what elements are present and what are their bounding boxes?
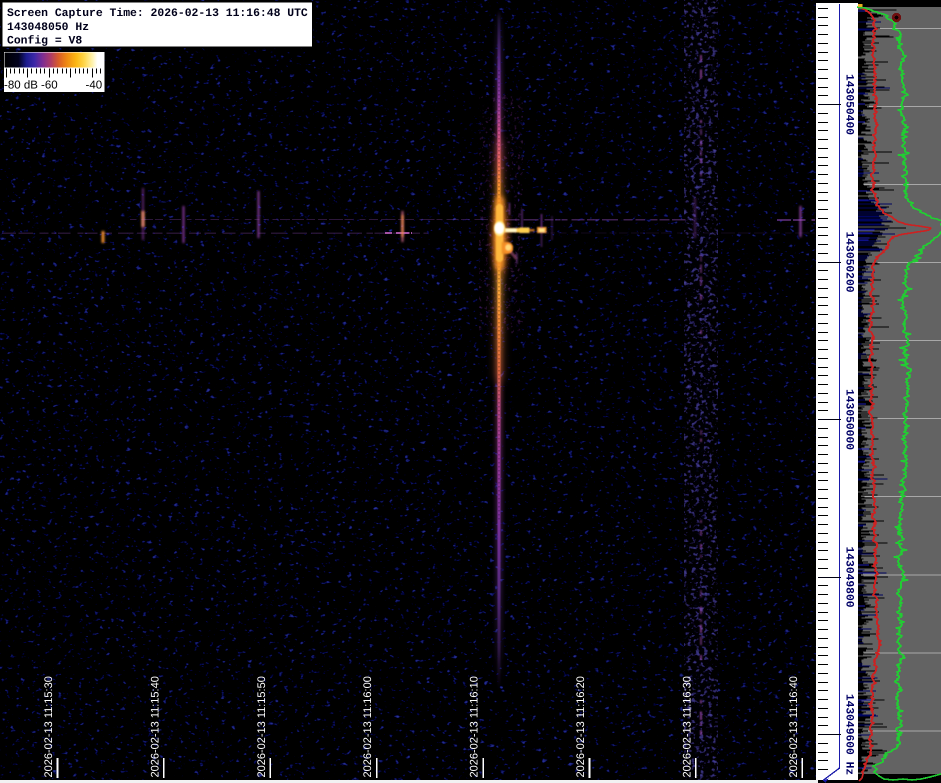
svg-text:2026-02-13 11:16:30: 2026-02-13 11:16:30 xyxy=(681,676,693,777)
svg-text:143048050 Hz: 143048050 Hz xyxy=(7,22,89,34)
svg-text:-80 dB: -80 dB xyxy=(4,80,38,92)
svg-text:-40: -40 xyxy=(86,80,103,92)
svg-text:143050200: 143050200 xyxy=(843,231,855,292)
svg-text:2026-02-13 11:15:40: 2026-02-13 11:15:40 xyxy=(149,676,161,777)
svg-text:Config = V8: Config = V8 xyxy=(7,35,82,48)
svg-text:143050400: 143050400 xyxy=(843,74,855,135)
svg-text:2026-02-13 11:16:00: 2026-02-13 11:16:00 xyxy=(362,676,374,777)
svg-text:143049600 Hz: 143049600 Hz xyxy=(843,694,855,775)
svg-text:2026-02-13 11:16:40: 2026-02-13 11:16:40 xyxy=(788,676,800,777)
svg-text:2026-02-13 11:16:10: 2026-02-13 11:16:10 xyxy=(469,676,481,777)
svg-text:-60: -60 xyxy=(41,80,58,92)
svg-text:143049800: 143049800 xyxy=(843,546,855,607)
svg-text:2026-02-13 11:15:50: 2026-02-13 11:15:50 xyxy=(256,676,268,777)
svg-text:2026-02-13 11:15:30: 2026-02-13 11:15:30 xyxy=(43,676,55,777)
svg-text:2026-02-13 11:16:20: 2026-02-13 11:16:20 xyxy=(575,676,587,777)
svg-text:143050000: 143050000 xyxy=(843,389,855,450)
svg-text:Screen Capture Time: 2026-02-1: Screen Capture Time: 2026-02-13 11:16:48… xyxy=(7,7,308,20)
